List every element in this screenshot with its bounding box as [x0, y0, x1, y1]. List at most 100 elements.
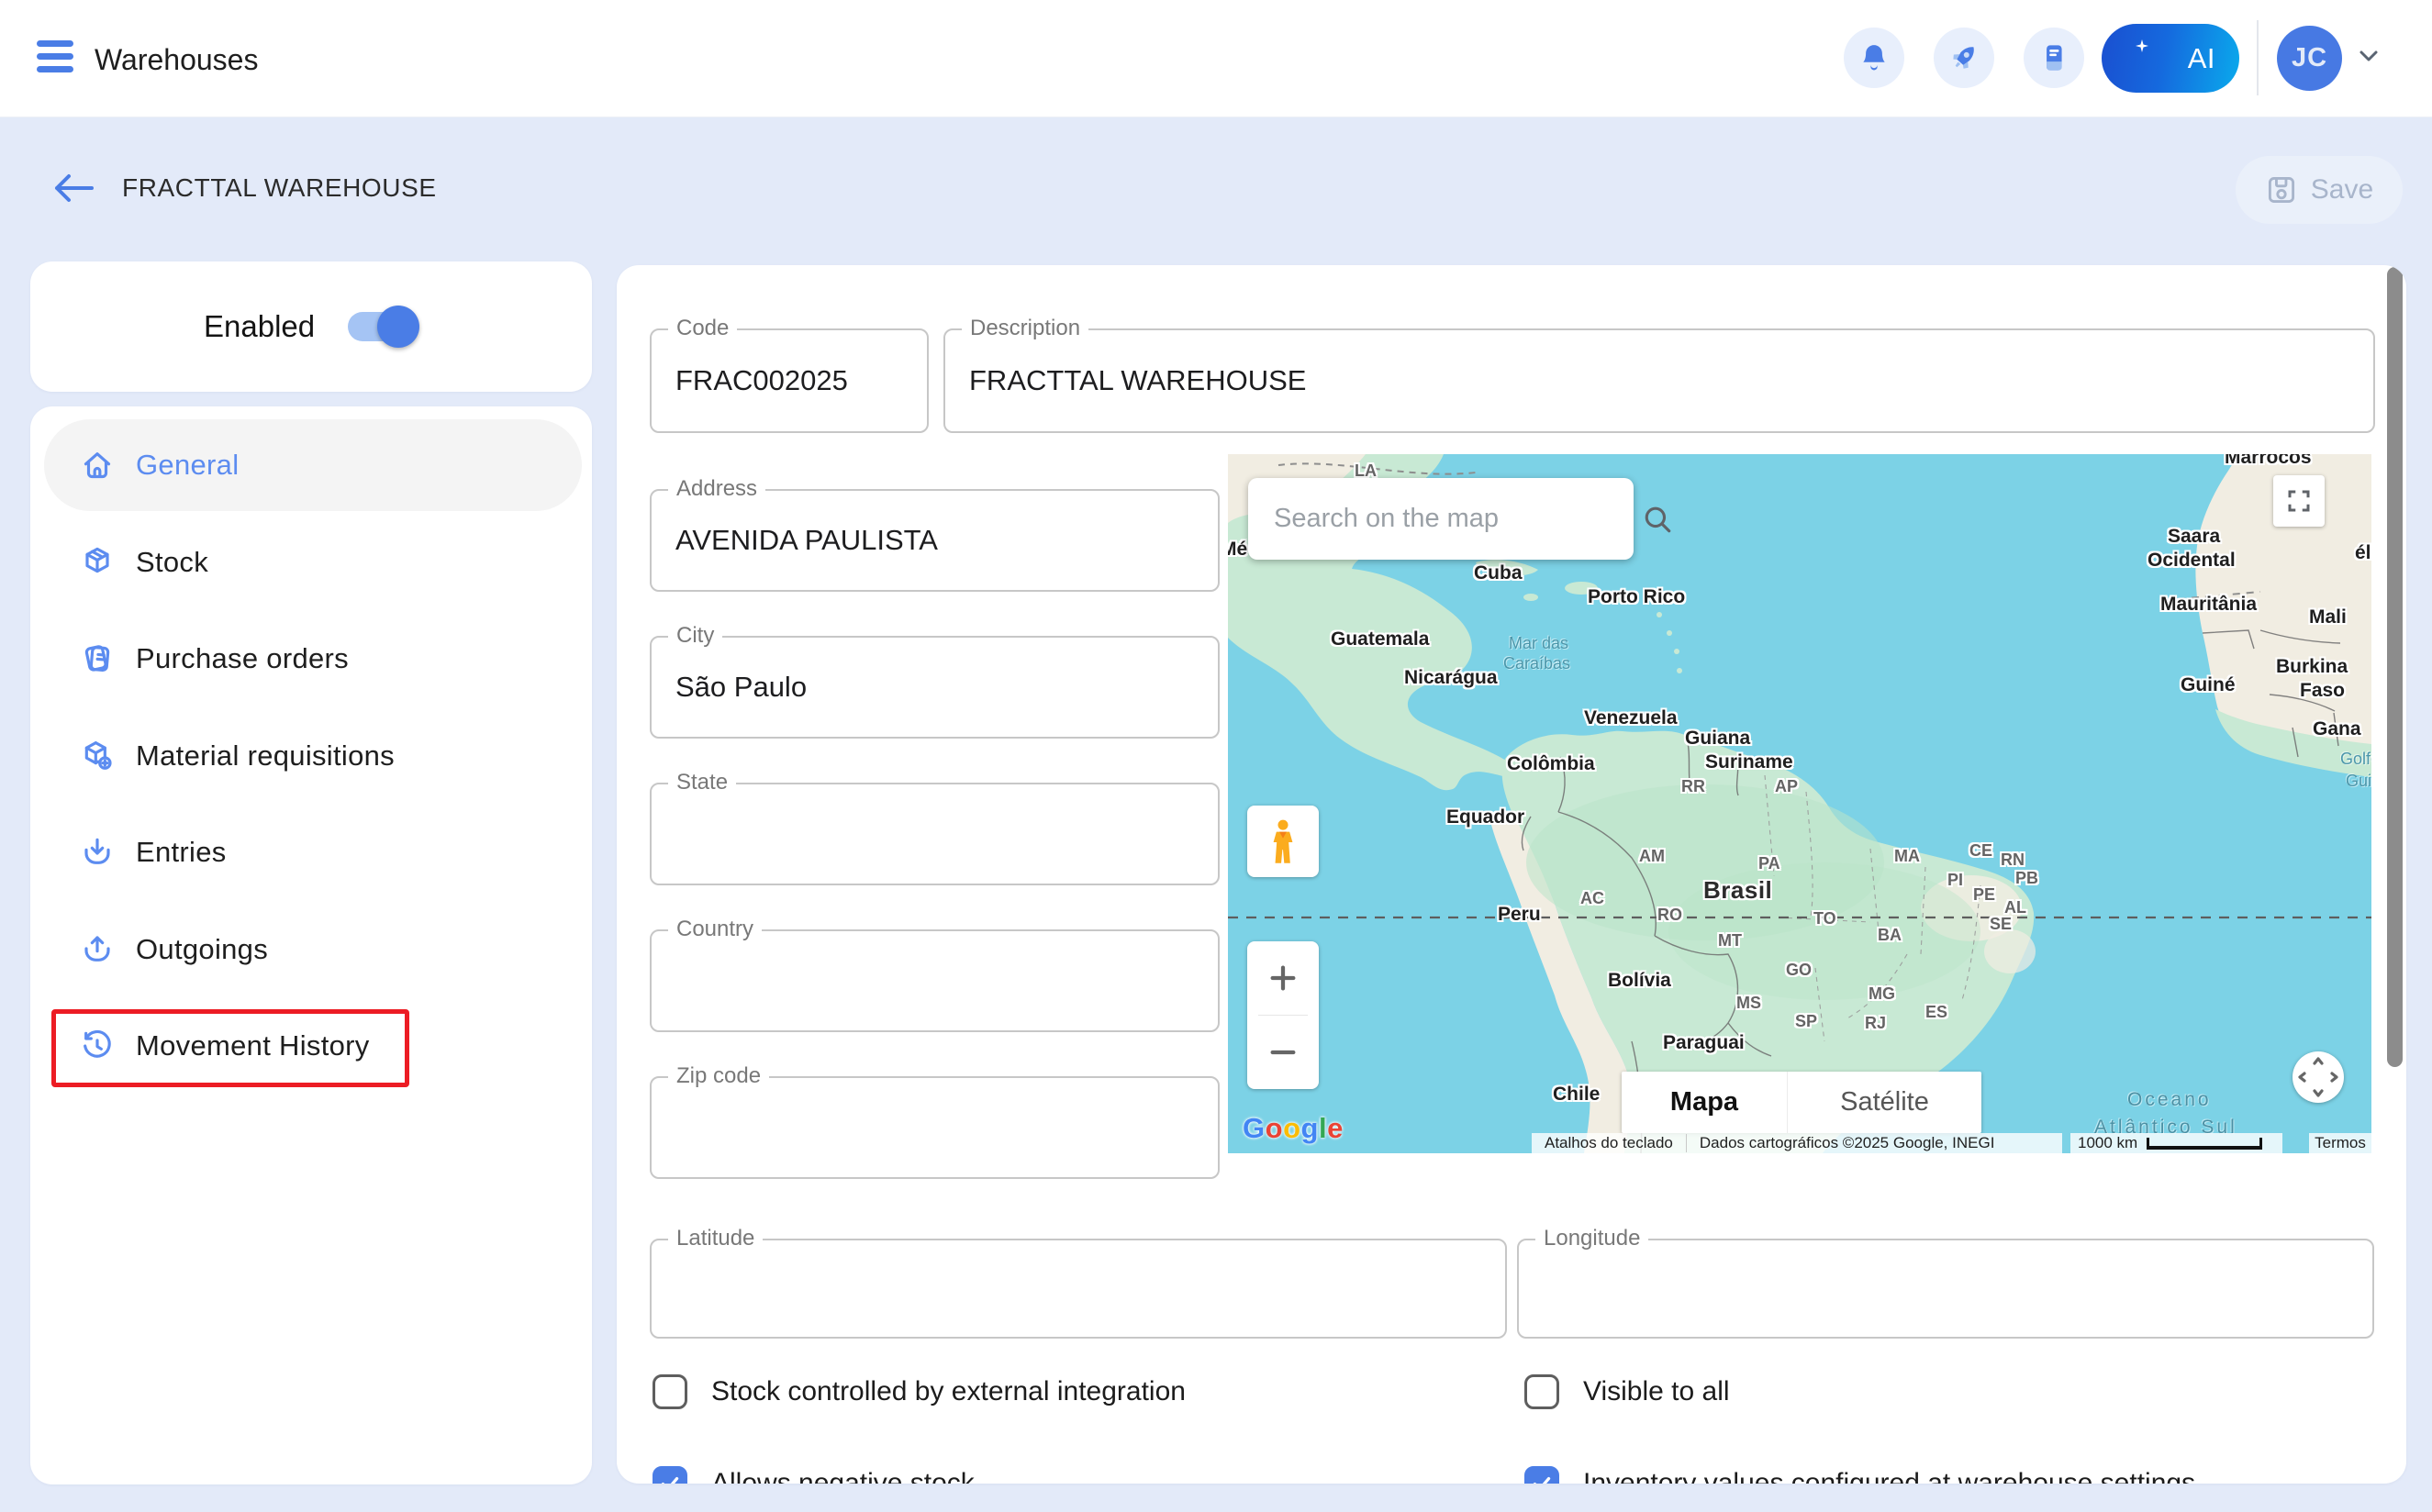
satellite-type-button[interactable]: Satélite: [1787, 1072, 1981, 1133]
map-label: éli: [2355, 542, 2371, 564]
outgoings-icon: [79, 931, 116, 968]
enabled-card: Enabled: [30, 261, 592, 392]
field-value: FRACTTAL WAREHOUSE: [969, 364, 1306, 397]
breadcrumb-title: FRACTTAL WAREHOUSE: [122, 173, 437, 203]
map-label: RJ: [1865, 1014, 1886, 1033]
checkbox-visible-to-all[interactable]: [1524, 1374, 1559, 1409]
launcher-button[interactable]: [1934, 28, 1994, 88]
scale-bar: [2147, 1138, 2262, 1150]
pegman-icon: [1265, 817, 1301, 865]
notifications-button[interactable]: [1844, 28, 1904, 88]
map-label: Mé: [1228, 539, 1247, 561]
map-label: Gana: [2313, 718, 2361, 740]
zip-field[interactable]: Zip code: [650, 1076, 1220, 1179]
map-label: PA: [1758, 854, 1780, 873]
map-search-box: [1248, 478, 1634, 560]
general-form-card: CodeFRAC002025DescriptionFRACTTAL WAREHO…: [617, 265, 2406, 1484]
page-title: Warehouses: [95, 43, 258, 77]
keyboard-shortcuts-link[interactable]: Atalhos do teclado: [1532, 1134, 1686, 1152]
home-icon: [79, 447, 116, 484]
annotation-red-box: [51, 1009, 409, 1087]
checkbox-negative-stock[interactable]: [653, 1466, 687, 1484]
description-field[interactable]: DescriptionFRACTTAL WAREHOUSE: [943, 328, 2375, 433]
sidebar-menu: General Stock Purchase orders Material requ…: [30, 406, 592, 1484]
search-icon[interactable]: [1642, 504, 1673, 535]
enabled-toggle[interactable]: [344, 298, 445, 355]
divider: [2257, 20, 2259, 95]
map-label: PB: [2015, 869, 2038, 888]
cube-icon: [79, 544, 116, 581]
map-label: AM: [1639, 847, 1665, 866]
map-label: MS: [1736, 994, 1761, 1013]
back-button[interactable]: [51, 169, 95, 207]
map-label: CE: [1969, 841, 1992, 861]
map-label: Chile: [1553, 1084, 1600, 1106]
city-field[interactable]: CitySão Paulo: [650, 636, 1220, 739]
zoom-out-button[interactable]: [1247, 1016, 1319, 1089]
sidebar-item-outgoings[interactable]: Outgoings: [44, 904, 582, 995]
checkbox-row-warehouse-settings: Inventory values configured at warehouse…: [1524, 1463, 2195, 1484]
sidebar-item-stock[interactable]: Stock: [44, 517, 582, 608]
checkbox-warehouse-settings[interactable]: [1524, 1466, 1559, 1484]
latitude-field[interactable]: Latitude: [650, 1239, 1507, 1339]
code-field[interactable]: CodeFRAC002025: [650, 328, 929, 433]
sidebar-item-general[interactable]: General: [44, 419, 582, 511]
document-icon: [2036, 40, 2071, 75]
catalog-button[interactable]: [2024, 28, 2084, 88]
bell-icon: [1857, 40, 1891, 75]
fullscreen-icon: [2285, 487, 2313, 515]
map-label: PI: [1947, 871, 1963, 890]
checkbox-external-integration[interactable]: [653, 1374, 687, 1409]
field-label: Country: [668, 917, 762, 942]
pan-control[interactable]: [2293, 1051, 2344, 1103]
map[interactable]: TXLAMéMarrocoséliCubaPorto RicoGuatemala…: [1228, 454, 2371, 1153]
map-label: Caraíbas: [1503, 654, 1570, 673]
map-search-input[interactable]: [1272, 503, 1622, 535]
chevron-down-icon[interactable]: [2356, 48, 2382, 66]
map-label: Cuba: [1474, 562, 1523, 584]
avatar[interactable]: JC: [2277, 26, 2342, 91]
map-label: Paraguai: [1663, 1032, 1745, 1054]
zoom-in-button[interactable]: [1247, 941, 1319, 1015]
longitude-field[interactable]: Longitude: [1517, 1239, 2374, 1339]
map-label: RR: [1681, 777, 1705, 796]
checkbox-label: Inventory values configured at warehouse…: [1583, 1468, 2195, 1484]
field-label: Address: [668, 476, 765, 502]
save-label: Save: [2311, 174, 2373, 206]
field-label: Zip code: [668, 1063, 769, 1089]
map-label: RO: [1657, 906, 1682, 925]
map-label: Mali: [2309, 606, 2347, 628]
map-label: Porto Rico: [1588, 586, 1685, 608]
state-field[interactable]: State: [650, 783, 1220, 885]
address-field[interactable]: AddressAVENIDA PAULISTA: [650, 489, 1220, 592]
sidebar-item-entries[interactable]: Entries: [44, 806, 582, 898]
scrollbar[interactable]: [2387, 267, 2403, 1067]
map-label: Mar das: [1509, 634, 1568, 653]
ai-assistant-button[interactable]: AI: [2102, 24, 2239, 93]
map-type-button[interactable]: Mapa: [1622, 1072, 1787, 1133]
material-icon: [79, 738, 116, 774]
map-label: Nicarágua: [1404, 667, 1498, 689]
country-field[interactable]: Country: [650, 929, 1220, 1032]
menu-icon[interactable]: [37, 40, 73, 77]
map-label: Ocidental: [2148, 550, 2236, 572]
map-label: Guiana: [1685, 728, 1750, 750]
fullscreen-button[interactable]: [2273, 475, 2325, 527]
sidebar-item-label: Outgoings: [136, 933, 268, 966]
checkbox-label: Stock controlled by external integration: [711, 1376, 1186, 1407]
map-label: AC: [1580, 889, 1604, 908]
sidebar-item-material-requisitions[interactable]: Material requisitions: [44, 710, 582, 802]
map-label: GO: [1786, 961, 1812, 980]
pegman-control[interactable]: [1247, 806, 1319, 877]
map-label: Guin: [2346, 772, 2371, 791]
sidebar-item-purchase-orders[interactable]: Purchase orders: [44, 613, 582, 705]
sidebar-item-label: Material requisitions: [136, 739, 395, 773]
sidebar-item-label: Stock: [136, 546, 208, 579]
map-label: Golfo: [2340, 750, 2371, 769]
map-label: Bolívia: [1608, 970, 1671, 992]
terms-link[interactable]: Termos: [2309, 1133, 2371, 1153]
map-label: RN: [2001, 850, 2025, 870]
scale-label: 1000 km: [2078, 1134, 2137, 1152]
checkbox-row-visible-to-all: Visible to all: [1524, 1372, 1730, 1412]
save-button[interactable]: Save: [2236, 156, 2403, 224]
